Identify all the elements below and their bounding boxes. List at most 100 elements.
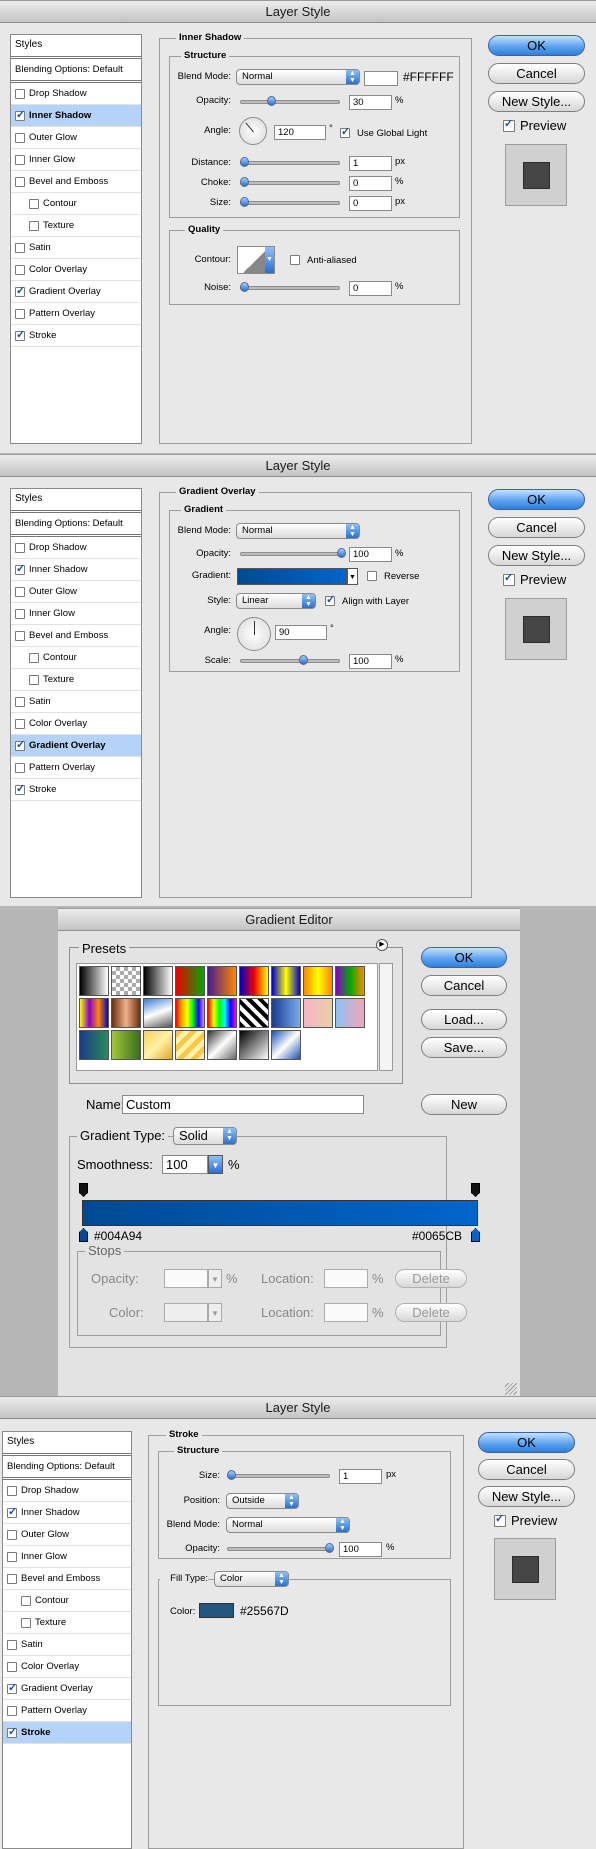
angle-dial[interactable]	[237, 617, 271, 651]
slider-thumb[interactable]	[240, 157, 249, 167]
style-color-overlay[interactable]: Color Overlay	[3, 1656, 131, 1678]
checkbox[interactable]	[7, 1485, 17, 1496]
stop-opacity-input[interactable]	[164, 1269, 208, 1288]
style-contour[interactable]: Contour	[11, 647, 141, 669]
preset-copper[interactable]	[111, 998, 141, 1028]
ok-button[interactable]: OK	[421, 947, 507, 968]
noise-slider[interactable]	[240, 282, 340, 292]
choke-input[interactable]: 0	[349, 176, 392, 191]
smoothness-input[interactable]: 100	[162, 1155, 208, 1174]
gradient-swatch[interactable]	[237, 568, 347, 585]
style-bevel-emboss[interactable]: Bevel and Emboss	[3, 1568, 131, 1590]
preset-transparent-stripes[interactable]	[239, 998, 269, 1028]
checkbox[interactable]	[15, 308, 25, 319]
style-inner-shadow[interactable]: Inner Shadow	[11, 559, 141, 581]
checkbox[interactable]	[15, 108, 25, 121]
position-select[interactable]: Outside ▲ ▼	[226, 1493, 299, 1509]
contour-picker[interactable]: ▼	[237, 246, 275, 274]
style-bevel-emboss[interactable]: Bevel and Emboss	[11, 625, 141, 647]
style-outer-glow[interactable]: Outer Glow	[3, 1524, 131, 1546]
preset-black-white-shine[interactable]	[239, 1030, 269, 1060]
preview-checkbox[interactable]	[503, 117, 515, 132]
checkbox[interactable]	[15, 284, 25, 297]
checkbox[interactable]	[15, 630, 25, 641]
distance-input[interactable]: 1	[349, 156, 392, 171]
style-blending-options[interactable]: Blending Options: Default	[11, 513, 141, 537]
stop-opacity-dropdown[interactable]: ▼	[208, 1269, 222, 1288]
new-style-button[interactable]: New Style...	[488, 545, 585, 566]
checkbox[interactable]	[15, 88, 25, 99]
checkbox[interactable]	[15, 718, 25, 729]
blend-mode-select[interactable]: Normal ▲ ▼	[236, 69, 360, 85]
preset-red-green[interactable]	[175, 966, 205, 996]
preset-fg-transparent[interactable]	[111, 966, 141, 996]
style-texture[interactable]: Texture	[11, 669, 141, 691]
checkbox[interactable]	[7, 1639, 17, 1650]
style-pattern-overlay[interactable]: Pattern Overlay	[3, 1700, 131, 1722]
stop-color-swatch[interactable]	[164, 1303, 208, 1322]
style-stroke[interactable]: Stroke	[11, 325, 141, 347]
cancel-button[interactable]: Cancel	[478, 1459, 575, 1480]
scale-input[interactable]: 100	[349, 654, 392, 669]
cancel-button[interactable]: Cancel	[488, 517, 585, 538]
slider-thumb[interactable]	[325, 1543, 334, 1553]
preset-black-white[interactable]	[143, 966, 173, 996]
style-texture[interactable]: Texture	[11, 215, 141, 237]
opacity-input[interactable]: 30	[349, 95, 392, 110]
style-select[interactable]: Linear ▲ ▼	[236, 593, 316, 609]
style-stroke[interactable]: Stroke	[11, 779, 141, 801]
preview-checkbox[interactable]	[503, 571, 515, 586]
checkbox[interactable]	[15, 542, 25, 553]
style-pattern-overlay[interactable]: Pattern Overlay	[11, 303, 141, 325]
use-global-light-checkbox[interactable]	[340, 125, 350, 138]
opacity-slider[interactable]	[240, 96, 340, 106]
noise-input[interactable]: 0	[349, 281, 392, 296]
checkbox[interactable]	[7, 1681, 17, 1694]
checkbox[interactable]	[15, 242, 25, 253]
stop-location-input[interactable]	[324, 1269, 368, 1288]
preset-orange-yellow-orange[interactable]	[303, 966, 333, 996]
preset-gold-stripes[interactable]	[175, 1030, 205, 1060]
cancel-button[interactable]: Cancel	[488, 63, 585, 84]
checkbox[interactable]	[15, 782, 25, 795]
gradient-dropdown[interactable]: ▼	[347, 568, 358, 585]
checkbox[interactable]	[29, 220, 39, 231]
checkbox[interactable]	[15, 328, 25, 341]
preset-silver[interactable]	[207, 1030, 237, 1060]
preset-pastel-pink[interactable]	[303, 998, 333, 1028]
blend-mode-select[interactable]: Normal ▲ ▼	[226, 1517, 350, 1533]
preset-blue-red-yellow[interactable]	[239, 966, 269, 996]
opacity-stop-right-icon[interactable]	[471, 1183, 480, 1197]
shadow-color-swatch[interactable]	[364, 71, 398, 86]
reverse-checkbox[interactable]	[367, 571, 377, 581]
resize-grip-icon[interactable]	[505, 1383, 517, 1395]
presets-scrollbar[interactable]	[379, 963, 393, 1071]
checkbox[interactable]	[15, 132, 25, 143]
preset-pastel-mix[interactable]	[335, 998, 365, 1028]
angle-input[interactable]: 120	[274, 125, 326, 140]
checkbox[interactable]	[15, 586, 25, 597]
new-style-button[interactable]: New Style...	[478, 1486, 575, 1507]
style-outer-glow[interactable]: Outer Glow	[11, 127, 141, 149]
size-input[interactable]: 1	[339, 1469, 382, 1484]
style-pattern-overlay[interactable]: Pattern Overlay	[11, 757, 141, 779]
slider-thumb[interactable]	[299, 655, 308, 665]
checkbox[interactable]	[15, 176, 25, 187]
preset-blue-green[interactable]	[79, 1030, 109, 1060]
ok-button[interactable]: OK	[488, 35, 585, 56]
checkbox[interactable]	[7, 1551, 17, 1562]
style-stroke[interactable]: Stroke	[3, 1722, 131, 1744]
gradient-bar[interactable]	[82, 1200, 478, 1226]
checkbox[interactable]	[29, 674, 39, 685]
stop-color-location-input[interactable]	[324, 1303, 368, 1322]
stroke-color-swatch[interactable]	[199, 1603, 234, 1618]
ok-button[interactable]: OK	[488, 489, 585, 510]
style-gradient-overlay[interactable]: Gradient Overlay	[11, 281, 141, 303]
color-stop-right-icon[interactable]	[471, 1228, 480, 1242]
preset-blue-shine[interactable]	[271, 1030, 301, 1060]
preset-chrome[interactable]	[143, 998, 173, 1028]
style-contour[interactable]: Contour	[11, 193, 141, 215]
size-input[interactable]: 0	[349, 196, 392, 211]
styles-header[interactable]: Styles	[3, 1432, 131, 1456]
save-button[interactable]: Save...	[421, 1037, 507, 1058]
